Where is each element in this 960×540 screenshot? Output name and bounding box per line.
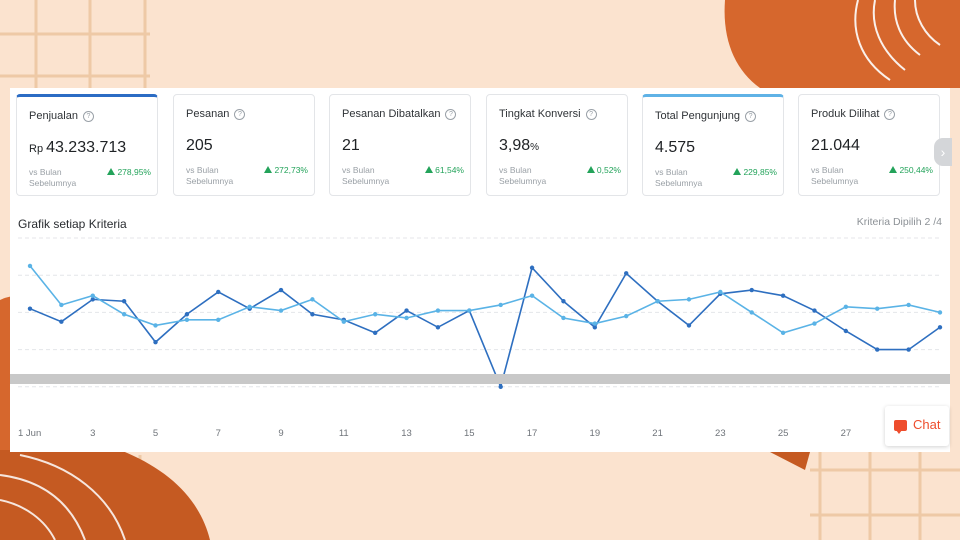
- overlay-bar: [10, 374, 950, 384]
- data-point[interactable]: [372, 330, 378, 336]
- data-point[interactable]: [435, 325, 441, 330]
- data-point[interactable]: [216, 317, 221, 323]
- data-point[interactable]: [278, 308, 284, 313]
- x-tick-label: 5: [153, 428, 158, 439]
- data-point[interactable]: [184, 312, 190, 317]
- data-point[interactable]: [875, 347, 880, 352]
- data-point[interactable]: [780, 330, 786, 336]
- data-point[interactable]: [59, 302, 64, 308]
- data-point[interactable]: [592, 321, 598, 326]
- x-tick-label: 21: [652, 428, 663, 439]
- data-point[interactable]: [937, 325, 943, 330]
- data-point[interactable]: [624, 271, 629, 276]
- data-point[interactable]: [718, 289, 723, 295]
- data-point[interactable]: [529, 293, 535, 298]
- data-point[interactable]: [843, 328, 849, 334]
- x-tick-label: 1 Jun: [18, 428, 41, 439]
- data-point[interactable]: [310, 312, 315, 317]
- chat-icon: [894, 420, 907, 434]
- data-point[interactable]: [372, 312, 378, 317]
- x-tick-label: 7: [216, 428, 221, 439]
- data-point[interactable]: [906, 347, 911, 352]
- x-tick-label: 23: [715, 428, 726, 439]
- data-point[interactable]: [498, 384, 503, 389]
- data-point[interactable]: [310, 297, 315, 302]
- data-point[interactable]: [780, 293, 786, 298]
- data-point[interactable]: [843, 304, 849, 310]
- data-point[interactable]: [937, 310, 943, 315]
- data-point[interactable]: [561, 315, 566, 321]
- data-point[interactable]: [749, 287, 754, 293]
- data-point[interactable]: [812, 308, 817, 313]
- x-tick-label: 3: [90, 428, 95, 439]
- x-tick-label: 17: [527, 428, 538, 439]
- data-point[interactable]: [686, 297, 692, 302]
- x-tick-label: 19: [590, 428, 601, 439]
- data-point[interactable]: [875, 306, 880, 311]
- data-point[interactable]: [121, 299, 127, 304]
- data-point[interactable]: [498, 302, 503, 308]
- data-point[interactable]: [278, 287, 284, 293]
- x-tick-label: 13: [401, 428, 412, 439]
- chat-button[interactable]: Chat: [885, 406, 949, 446]
- series-line-1: [29, 265, 941, 334]
- data-point[interactable]: [247, 304, 252, 310]
- chat-label: Chat: [913, 417, 941, 432]
- x-tick-label: 15: [464, 428, 475, 439]
- data-point[interactable]: [906, 302, 911, 308]
- data-point[interactable]: [121, 312, 127, 317]
- data-point[interactable]: [749, 310, 754, 315]
- data-point[interactable]: [27, 263, 33, 269]
- data-point[interactable]: [153, 339, 158, 345]
- data-point[interactable]: [561, 299, 566, 304]
- data-point[interactable]: [27, 306, 33, 311]
- data-point[interactable]: [686, 323, 692, 328]
- x-tick-label: 27: [841, 428, 852, 439]
- line-chart: 1 Jun 3 5 7 9 11 13 15 17 19 21 23 25 27: [18, 237, 943, 439]
- x-tick-label: 25: [778, 428, 789, 439]
- data-point[interactable]: [59, 319, 64, 324]
- data-point[interactable]: [90, 293, 95, 298]
- data-point[interactable]: [404, 315, 409, 321]
- data-point[interactable]: [467, 308, 472, 313]
- data-point[interactable]: [655, 299, 660, 304]
- data-point[interactable]: [184, 317, 190, 323]
- data-point[interactable]: [812, 321, 817, 326]
- data-point[interactable]: [624, 313, 629, 319]
- data-point[interactable]: [435, 308, 441, 313]
- x-tick-label: 11: [339, 428, 349, 439]
- data-point[interactable]: [216, 289, 221, 295]
- data-point[interactable]: [529, 265, 535, 270]
- data-point[interactable]: [153, 323, 158, 328]
- dashboard-panel: Penjualan? Rp 43.233.713 vs Bulan Sebelum…: [10, 88, 952, 452]
- x-tick-label: 9: [278, 428, 283, 439]
- data-point[interactable]: [341, 319, 346, 324]
- data-point[interactable]: [404, 308, 409, 313]
